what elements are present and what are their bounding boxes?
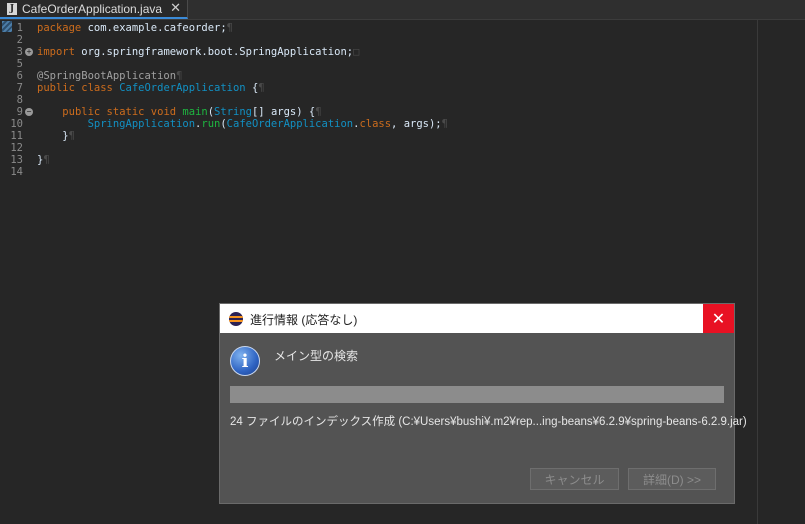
code-token: import [37, 46, 75, 58]
line-number: 12 [10, 142, 23, 154]
task-name: メイン型の検索 [274, 349, 359, 363]
code-token: ¶ [226, 22, 233, 34]
tab-title: CafeOrderApplication.java [22, 1, 163, 16]
code-line[interactable]: 8 [0, 94, 805, 106]
code-line[interactable]: 9− public static void main(String[] args… [0, 106, 805, 118]
details-button[interactable]: 詳細(D) >> [628, 468, 716, 490]
java-file-icon: J [7, 2, 17, 15]
sub-task-text: 24 ファイルのインデックス作成 (C:¥Users¥bushi¥.m2¥rep… [230, 416, 747, 428]
code-token: run [201, 118, 221, 130]
line-number: 13 [10, 154, 23, 166]
dialog-titlebar[interactable]: 進行情報 (応答なし) ✕ [220, 304, 734, 333]
expand-fold-icon[interactable]: + [25, 48, 33, 56]
line-number: 8 [16, 94, 23, 106]
editor-tab[interactable]: J CafeOrderApplication.java ✕ [0, 0, 188, 19]
line-number: 1 [16, 22, 23, 34]
code-text: public class CafeOrderApplication {¶ [37, 82, 265, 94]
code-token: ¶ [315, 106, 322, 118]
code-token: CafeOrderApplication [226, 118, 354, 130]
line-number: 5 [16, 58, 23, 70]
code-token: □ [353, 46, 360, 58]
code-line[interactable]: 1 package com.example.cafeorder;¶ [0, 22, 805, 34]
line-number: 2 [16, 34, 23, 46]
eclipse-icon [229, 312, 243, 326]
code-line[interactable]: 10 SpringApplication.run(CafeOrderApplic… [0, 118, 805, 130]
code-token: main [182, 106, 208, 118]
code-token: SpringApplication [87, 118, 196, 130]
code-token: String [214, 106, 252, 118]
code-token: ¶ [43, 154, 50, 166]
code-token: ¶ [68, 130, 75, 142]
code-token: class [359, 118, 392, 130]
info-icon: i [230, 346, 260, 376]
code-text: public static void main(String[] args) {… [37, 106, 322, 118]
code-token: ¶ [176, 70, 183, 82]
code-token: public static void [62, 106, 177, 118]
code-line[interactable]: 7 public class CafeOrderApplication {¶ [0, 82, 805, 94]
code-token: ¶ [258, 82, 265, 94]
code-line[interactable]: 2 [0, 34, 805, 46]
code-line[interactable]: 14 [0, 166, 805, 178]
cancel-button[interactable]: キャンセル [530, 468, 619, 490]
code-line[interactable]: 13 }¶ [0, 154, 805, 166]
code-line[interactable]: 12 [0, 142, 805, 154]
code-text: @SpringBootApplication¶ [37, 70, 182, 82]
code-token: [] args) { [251, 106, 316, 118]
collapse-fold-icon[interactable]: − [25, 108, 33, 116]
code-token: , args); [391, 118, 442, 130]
code-text: }¶ [37, 154, 50, 166]
code-text: SpringApplication.run(CafeOrderApplicati… [37, 118, 448, 130]
dialog-title: 進行情報 (応答なし) [250, 313, 358, 327]
progress-fill [230, 386, 724, 403]
editor-tab-bar: J CafeOrderApplication.java ✕ [0, 0, 805, 20]
code-line[interactable]: 11 }¶ [0, 130, 805, 142]
progress-bar [230, 386, 724, 403]
code-token: @SpringBootApplication [37, 70, 177, 82]
code-token: public class [37, 82, 113, 94]
code-line[interactable]: 6 @SpringBootApplication¶ [0, 70, 805, 82]
code-token: ¶ [441, 118, 448, 130]
line-number: 14 [10, 166, 23, 178]
code-token: org.springframework.boot.SpringApplicati… [74, 46, 354, 58]
line-number: 11 [10, 130, 23, 142]
code-token: } [37, 130, 69, 142]
dialog-close-button[interactable]: ✕ [703, 304, 734, 333]
code-text: package com.example.cafeorder;¶ [37, 22, 233, 34]
code-text: import org.springframework.boot.SpringAp… [37, 46, 359, 58]
tab-close-icon[interactable]: ✕ [170, 2, 181, 15]
code-token: { [245, 82, 259, 94]
line-number: 6 [16, 70, 23, 82]
line-number: 3 [16, 46, 23, 58]
code-text: }¶ [37, 130, 75, 142]
line-number: 9 [16, 106, 23, 118]
code-token: com.example.cafeorder; [81, 22, 227, 34]
code-token: package [37, 22, 82, 34]
code-line[interactable]: 3 + import org.springframework.boot.Spring… [0, 46, 805, 58]
code-token: CafeOrderApplication [119, 82, 246, 94]
code-line[interactable]: 5 [0, 58, 805, 70]
line-number: 7 [16, 82, 23, 94]
line-number: 10 [10, 118, 23, 130]
progress-dialog: 進行情報 (応答なし) ✕ i メイン型の検索 24 ファイルのインデックス作成… [219, 303, 747, 504]
